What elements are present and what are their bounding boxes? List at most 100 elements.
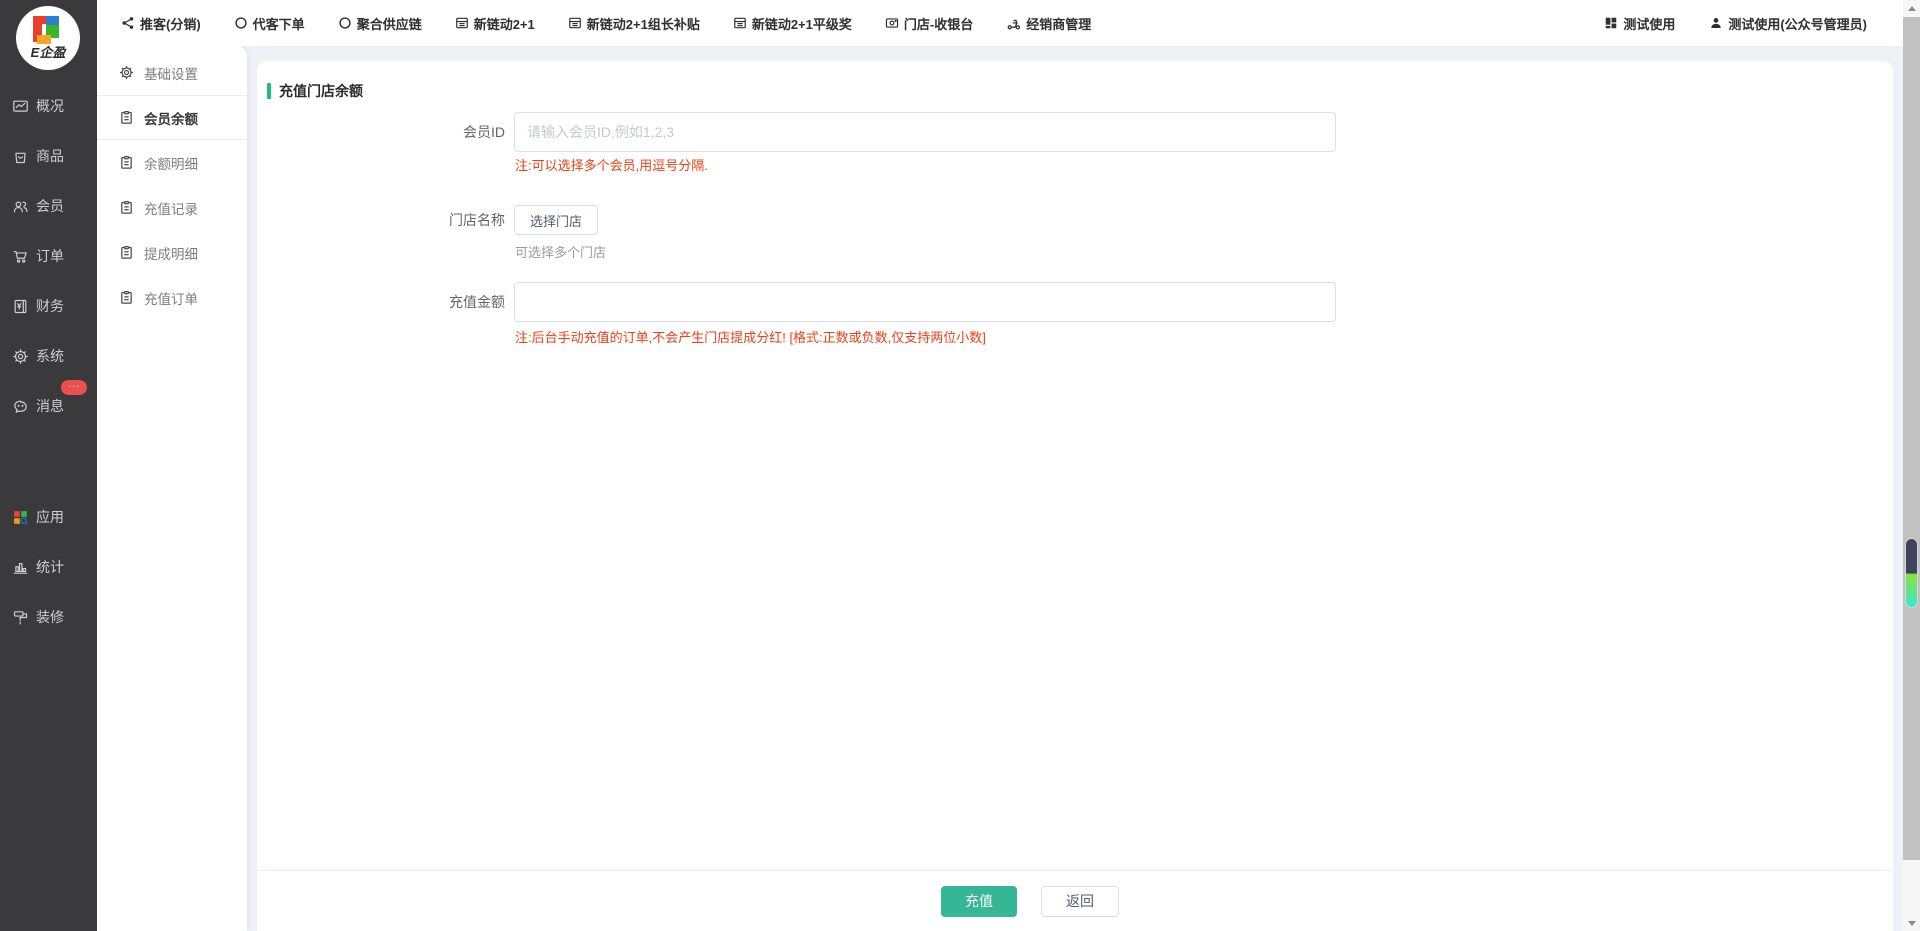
store-name-label: 门店名称 xyxy=(257,205,505,235)
page-title-text: 充值门店余额 xyxy=(279,81,363,101)
submenu-item-label: 充值订单 xyxy=(144,288,198,308)
topnav-item-store-cashier[interactable]: 门店-收银台 xyxy=(885,14,973,33)
page-title: 充值门店余额 xyxy=(267,81,363,101)
circle-icon xyxy=(234,16,248,30)
submenu-item-label: 会员余额 xyxy=(144,108,198,128)
sidebar-item-label: 商品 xyxy=(36,146,64,166)
submenu-item-recharge-records[interactable]: 充值记录 xyxy=(97,185,247,230)
sidebar-item-messages[interactable]: 消息 xyxy=(12,396,64,416)
message-icon xyxy=(12,398,29,415)
form-icon xyxy=(455,16,469,30)
secondary-sidebar: 基础设置 会员余额 余额明细 充值记录 提成明细 充值订单 xyxy=(97,46,247,931)
topnav-item-label: 新链动2+1组长补贴 xyxy=(587,14,700,33)
paint-roller-icon xyxy=(12,609,29,626)
sidebar-item-label: 消息 xyxy=(36,396,64,416)
topnav-item-label: 代客下单 xyxy=(253,14,305,33)
share-icon xyxy=(121,16,135,30)
brand-name: E企盈 xyxy=(16,42,80,61)
clipboard-icon xyxy=(119,200,134,215)
test-use-label: 测试使用 xyxy=(1623,14,1675,33)
member-id-note: 注:可以选择多个会员,用逗号分隔. xyxy=(515,155,708,174)
submenu-item-recharge-orders[interactable]: 充值订单 xyxy=(97,275,247,320)
scrollbar-down-arrow[interactable] xyxy=(1903,915,1920,931)
grid-icon xyxy=(1604,16,1618,30)
account-label: 测试使用(公众号管理员) xyxy=(1728,14,1867,33)
sidebar-item-apps[interactable]: 应用 xyxy=(12,507,64,527)
sidebar-item-system[interactable]: 系统 xyxy=(12,346,64,366)
submenu-item-label: 充值记录 xyxy=(144,198,198,218)
main-content-card: 充值门店余额 会员ID 注:可以选择多个会员,用逗号分隔. 门店名称 选择门店 … xyxy=(257,61,1893,931)
sidebar-item-decorate[interactable]: 装修 xyxy=(12,607,64,627)
sidebar-item-finance[interactable]: 财务 xyxy=(12,296,64,316)
form-icon xyxy=(568,16,582,30)
topnav-item-liandong-2plus1[interactable]: 新链动2+1 xyxy=(455,14,535,33)
topnav-item-label: 经销商管理 xyxy=(1026,14,1091,33)
sidebar-item-goods[interactable]: 商品 xyxy=(12,146,64,166)
clipboard-icon xyxy=(119,290,134,305)
sidebar-item-label: 装修 xyxy=(36,607,64,627)
topnav-item-label: 推客(分销) xyxy=(140,14,201,33)
finance-icon xyxy=(12,298,29,315)
topnav-item-tuike-distribution[interactable]: 推客(分销) xyxy=(121,14,201,33)
topnav-item-supply-chain[interactable]: 聚合供应链 xyxy=(338,14,422,33)
submenu-item-member-balance[interactable]: 会员余额 xyxy=(97,95,247,140)
account-menu[interactable]: 测试使用(公众号管理员) xyxy=(1709,14,1867,33)
recharge-amount-label: 充值金额 xyxy=(257,282,505,322)
clipboard-icon xyxy=(119,110,134,125)
clipboard-icon xyxy=(119,155,134,170)
sidebar-item-overview[interactable]: 概况 xyxy=(12,96,64,116)
submenu-item-commission-detail[interactable]: 提成明细 xyxy=(97,230,247,275)
dealer-scooter-icon xyxy=(1006,16,1021,31)
sidebar-item-members[interactable]: 会员 xyxy=(12,196,64,216)
member-id-input[interactable] xyxy=(514,112,1336,152)
member-id-label: 会员ID xyxy=(257,112,505,152)
topnav-item-label: 聚合供应链 xyxy=(357,14,422,33)
clipboard-icon xyxy=(119,245,134,260)
scrollbar-up-arrow[interactable] xyxy=(1903,0,1920,16)
recharge-submit-button[interactable]: 充值 xyxy=(941,886,1017,917)
member-icon xyxy=(12,198,29,215)
sidebar-item-label: 统计 xyxy=(36,557,64,577)
title-accent-bar xyxy=(267,83,271,99)
recharge-amount-note: 注:后台手动充值的订单,不会产生门店提成分红! [格式:正数或负数,仅支持两位小… xyxy=(515,327,986,346)
message-badge: ... xyxy=(61,380,87,395)
vertical-scrollbar[interactable] xyxy=(1903,0,1920,931)
back-button[interactable]: 返回 xyxy=(1041,886,1119,917)
user-icon xyxy=(1709,16,1723,30)
gear-icon xyxy=(119,65,134,80)
cashier-icon xyxy=(885,16,899,30)
stats-icon xyxy=(12,559,29,576)
top-navbar: 推客(分销) 代客下单 聚合供应链 新链动2+1 新链动2+1组长补贴 新链动2… xyxy=(97,0,1903,46)
sidebar-item-label: 会员 xyxy=(36,196,64,216)
system-gear-icon xyxy=(12,348,29,365)
topnav-item-label: 门店-收银台 xyxy=(904,14,973,33)
scrollbar-thumb[interactable] xyxy=(1903,17,1920,860)
topnav-item-label: 新链动2+1 xyxy=(474,14,535,33)
scroll-progress-indicator xyxy=(1905,538,1918,608)
submenu-item-basic-settings[interactable]: 基础设置 xyxy=(97,50,247,95)
test-use-button[interactable]: 测试使用 xyxy=(1604,14,1675,33)
sidebar-item-orders[interactable]: 订单 xyxy=(12,246,64,266)
topbar-right-group: 测试使用 测试使用(公众号管理员) xyxy=(1570,14,1867,33)
topnav-item-liandong-peer-award[interactable]: 新链动2+1平级奖 xyxy=(733,14,852,33)
recharge-amount-input[interactable] xyxy=(514,282,1336,322)
overview-icon xyxy=(12,98,29,115)
select-store-button[interactable]: 选择门店 xyxy=(514,205,598,235)
brand-logo[interactable]: E企盈 xyxy=(16,6,80,70)
sidebar-item-stats[interactable]: 统计 xyxy=(12,557,64,577)
sidebar-item-label: 订单 xyxy=(36,246,64,266)
circle-icon xyxy=(338,16,352,30)
store-hint: 可选择多个门店 xyxy=(515,242,606,261)
topnav-item-label: 新链动2+1平级奖 xyxy=(752,14,852,33)
topnav-item-liandong-group-subsidy[interactable]: 新链动2+1组长补贴 xyxy=(568,14,700,33)
order-icon xyxy=(12,248,29,265)
apps-icon xyxy=(12,509,29,526)
form-footer: 充值 返回 xyxy=(257,870,1893,931)
sidebar-item-label: 概况 xyxy=(36,96,64,116)
submenu-item-balance-detail[interactable]: 余额明细 xyxy=(97,140,247,185)
sidebar-item-label: 系统 xyxy=(36,346,64,366)
submenu-item-label: 余额明细 xyxy=(144,153,198,173)
topnav-item-proxy-order[interactable]: 代客下单 xyxy=(234,14,305,33)
topnav-item-dealer-management[interactable]: 经销商管理 xyxy=(1006,14,1091,33)
submenu-item-label: 提成明细 xyxy=(144,243,198,263)
